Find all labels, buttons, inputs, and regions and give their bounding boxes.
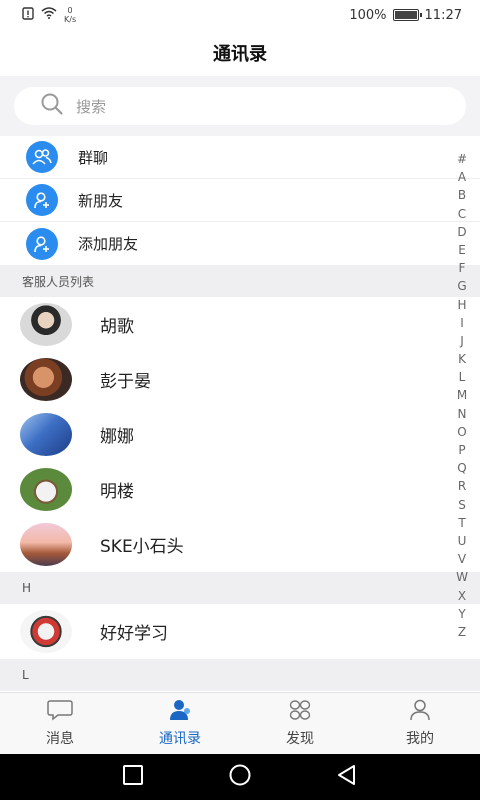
home-button[interactable] [228,763,252,791]
index-letter-j[interactable]: J [460,332,464,350]
group-icon [26,141,58,173]
contacts-icon [168,699,192,725]
discover-icon [288,699,312,725]
index-letter-w[interactable]: W [456,568,468,586]
clock: 11:27 [424,7,462,23]
profile-icon [409,699,431,725]
index-letter-t[interactable]: T [458,514,465,532]
avatar [20,468,72,511]
tab-discover[interactable]: 发现 [240,693,360,754]
index-letter-g[interactable]: G [457,277,466,295]
search-icon [40,92,64,120]
section-header: 客服人员列表 [0,265,480,297]
index-letter-k[interactable]: K [458,350,466,368]
section-header: L [0,659,480,691]
avatar [20,523,72,566]
tab-profile[interactable]: 我的 [360,693,480,754]
avatar [20,358,72,401]
index-letter-y[interactable]: Y [458,605,465,623]
search-area: 搜索 [0,76,480,136]
contact-name: 好好学习 [100,624,168,644]
index-letter-e[interactable]: E [458,241,466,259]
group-chat-row[interactable]: 群聊 [0,136,480,179]
tab-messages[interactable]: 消息 [0,693,120,754]
contact-list[interactable]: 群聊 新朋友 添加朋友 客服人员列表 胡歌 彭于晏 娜娜 明楼 SKE小石头 H… [0,136,480,691]
index-letter-u[interactable]: U [458,532,467,550]
status-left: 0 K/s [22,6,76,24]
index-letter-q[interactable]: Q [457,459,466,477]
index-letter-o[interactable]: O [457,423,466,441]
contact-item[interactable]: 娜娜 [0,407,480,462]
index-letter-i[interactable]: I [460,314,464,332]
index-letter-v[interactable]: V [458,550,466,568]
group-chat-label: 群聊 [78,148,109,167]
index-letter-b[interactable]: B [458,186,466,204]
index-letter-f[interactable]: F [459,259,466,277]
add-friend-label: 添加朋友 [78,235,139,253]
battery-percent: 100% [349,7,387,23]
index-letter-p[interactable]: P [458,441,465,459]
add-friend-row[interactable]: 添加朋友 [0,222,480,265]
index-letter-h[interactable]: H [457,296,466,314]
status-right: 100% 11:27 [349,8,462,23]
index-letter-d[interactable]: D [457,223,466,241]
index-letter-c[interactable]: C [458,205,466,223]
sim-alert-icon [22,6,34,24]
alphabet-index[interactable]: # A B C D E F G H I J K L M N O P Q R S … [452,150,472,641]
bottom-tab-bar: 消息 通讯录 发现 我的 [0,692,480,754]
page-title: 通讯录 [213,44,267,65]
system-nav-bar [0,754,480,800]
index-letter-m[interactable]: M [457,386,467,404]
contact-item[interactable]: 好好学习 [0,604,480,659]
section-header: H [0,572,480,604]
wifi-icon [41,7,57,23]
search-input[interactable]: 搜索 [14,87,466,125]
tab-contacts[interactable]: 通讯录 [120,693,240,754]
contact-name: 彭于晏 [100,372,151,392]
contact-item[interactable]: SKE小石头 [0,517,480,572]
new-friends-row[interactable]: 新朋友 [0,179,480,222]
speed-value: 0 [67,6,73,15]
network-speed: 0 K/s [64,6,76,24]
contact-name: 明楼 [100,482,134,502]
status-bar: 0 K/s 100% 11:27 [0,0,480,30]
index-letter-r[interactable]: R [458,477,466,495]
tab-messages-label: 消息 [46,731,74,747]
index-letter-n[interactable]: N [458,405,467,423]
back-button[interactable] [336,764,358,790]
contact-item[interactable]: 彭于晏 [0,352,480,407]
search-placeholder: 搜索 [76,97,107,116]
contact-name: SKE小石头 [100,537,184,557]
recents-button[interactable] [122,764,144,790]
message-icon [47,699,73,725]
add-user-icon [26,227,58,260]
index-letter-a[interactable]: A [458,168,466,186]
tab-profile-label: 我的 [406,731,434,747]
add-user-icon [26,184,58,216]
index-letter-hash[interactable]: # [457,150,467,168]
battery-icon [392,9,422,21]
contact-name: 胡歌 [100,317,134,337]
index-letter-l[interactable]: L [459,368,466,386]
avatar [20,610,72,653]
contact-name: 娜娜 [100,427,134,447]
avatar [20,303,72,346]
tab-discover-label: 发现 [286,731,314,747]
new-friends-label: 新朋友 [78,191,124,210]
speed-unit: K/s [64,15,77,24]
index-letter-x[interactable]: X [458,587,466,605]
contact-item[interactable]: 胡歌 [0,297,480,352]
contact-item[interactable]: 明楼 [0,462,480,517]
avatar [20,413,72,456]
tab-contacts-label: 通讯录 [159,731,201,747]
index-letter-z[interactable]: Z [458,623,466,641]
index-letter-s[interactable]: S [458,496,466,514]
